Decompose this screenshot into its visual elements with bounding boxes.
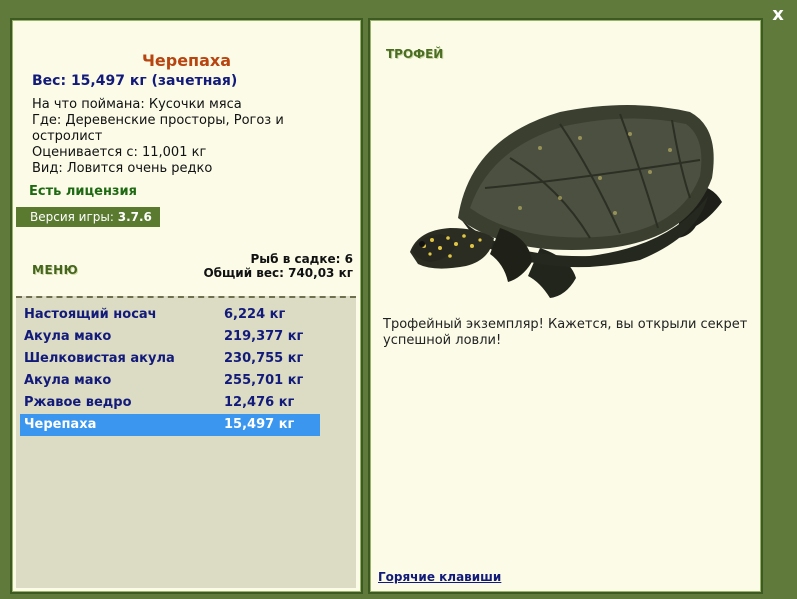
catch-weight: 255,701 кг (224, 373, 304, 388)
trophy-label: ТРОФЕЙ (386, 47, 444, 61)
catch-name: Черепаха (24, 417, 97, 432)
trophy-panel: ТРОФЕЙ Трофейный экземпляр! Кажется, вы … (368, 18, 763, 594)
catch-name: Ржавое ведро (24, 395, 132, 410)
catch-list-row[interactable]: Черепаха 15,497 кг (20, 414, 320, 436)
catch-weight: 219,377 кг (224, 329, 304, 344)
close-button[interactable]: x (769, 6, 787, 24)
catch-name: Акула мако (24, 329, 112, 344)
fish-title: Черепаха (141, 51, 232, 70)
version-label: Версия игры: (30, 210, 114, 224)
catch-stats: Рыб в садке: 6 Общий вес: 740,03 кг (203, 252, 353, 280)
fish-count: Рыб в садке: 6 (250, 252, 354, 266)
fish-info-panel: Черепаха Вес: 15,497 кг (зачетная) На чт… (10, 18, 363, 594)
menu-button[interactable]: МЕНЮ (32, 263, 78, 277)
license-status: Есть лицензия (29, 184, 137, 199)
catch-weight: 6,224 кг (224, 307, 286, 322)
catch-list-row[interactable]: Шелковистая акула 230,755 кг (20, 348, 320, 370)
catch-list-row[interactable]: Ржавое ведро 12,476 кг (20, 392, 320, 414)
catch-name: Настоящий носач (24, 307, 157, 322)
fish-weight: Вес: 15,497 кг (зачетная) (32, 73, 238, 89)
version-badge: Версия игры: 3.7.6 (16, 207, 160, 227)
fish-location: Где: Деревенские просторы, Рогоз и остро… (32, 113, 284, 144)
catch-weight: 12,476 кг (224, 395, 295, 410)
catch-list-row[interactable]: Настоящий носач 6,224 кг (20, 304, 320, 326)
catch-name: Акула мако (24, 373, 112, 388)
fish-bait: На что поймана: Кусочки мяса (32, 97, 242, 112)
catch-weight: 15,497 кг (224, 417, 295, 432)
turtle-image (410, 105, 722, 298)
catch-list-row[interactable]: Акула мако 255,701 кг (20, 370, 320, 392)
total-weight: Общий вес: 740,03 кг (203, 266, 353, 280)
fish-price: Оценивается с: 11,001 кг (32, 145, 207, 160)
fish-details: На что поймана: Кусочки мяса Где: Дереве… (32, 97, 332, 177)
catch-list-row[interactable]: Акула мако 219,377 кг (20, 326, 320, 348)
catch-name: Шелковистая акула (24, 351, 175, 366)
fish-rarity: Вид: Ловится очень редко (32, 161, 213, 176)
trophy-description: Трофейный экземпляр! Кажется, вы открыли… (383, 317, 748, 348)
hotkeys-link[interactable]: Горячие клавиши (378, 570, 501, 584)
catch-list: Настоящий носач 6,224 кг Акула мако 219,377… (16, 296, 356, 588)
catch-weight: 230,755 кг (224, 351, 304, 366)
version-value: 3.7.6 (117, 210, 152, 224)
